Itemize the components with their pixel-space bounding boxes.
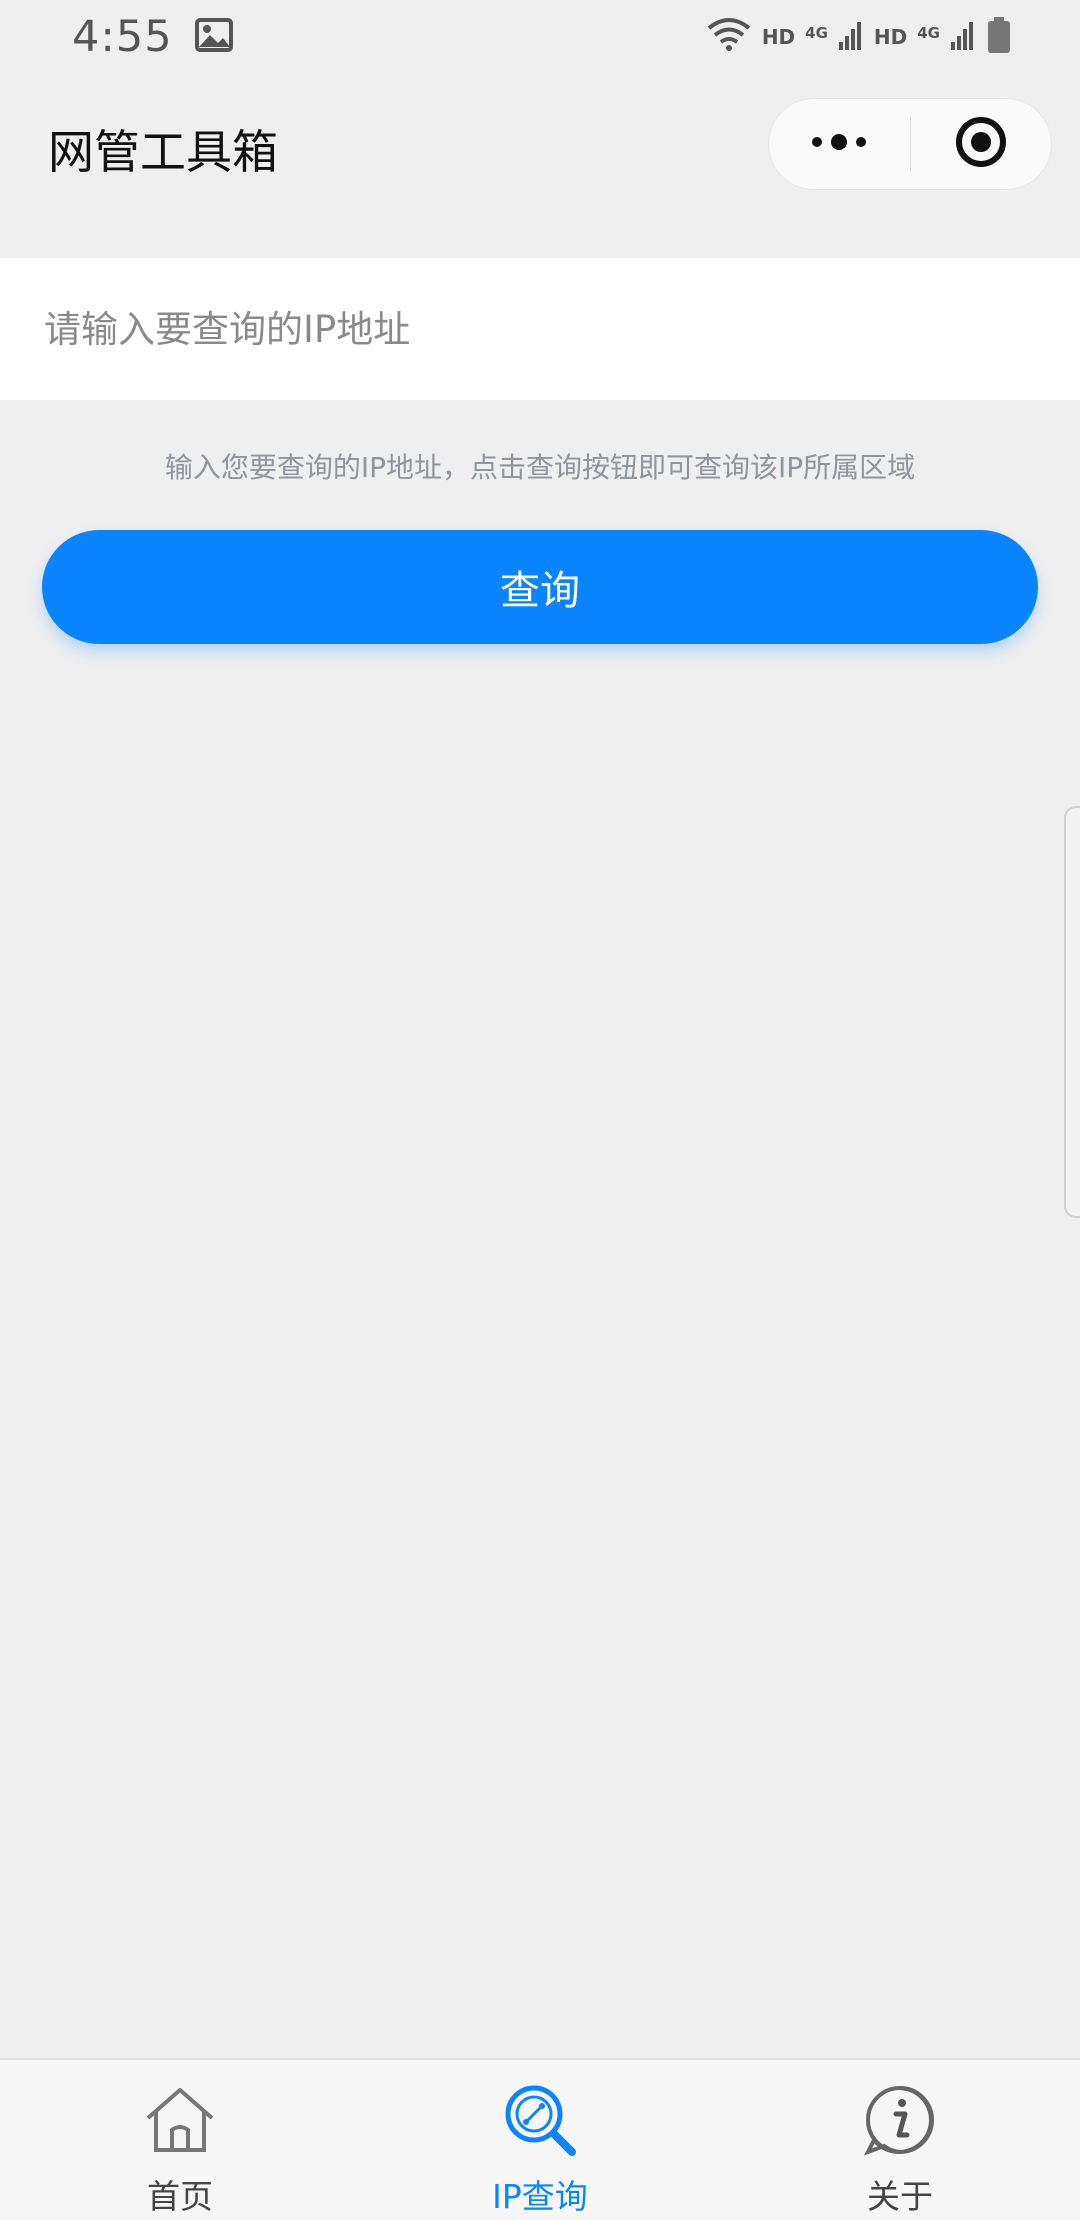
info-icon	[858, 2078, 942, 2162]
home-icon	[138, 2078, 222, 2162]
more-icon	[807, 132, 871, 156]
network-gen-2: 4G	[917, 23, 940, 42]
nav-bar: 网管工具箱	[0, 74, 1080, 220]
signal-icon	[950, 20, 976, 54]
battery-icon	[986, 16, 1012, 58]
ip-address-input[interactable]	[0, 258, 1080, 400]
more-button[interactable]	[769, 99, 910, 189]
target-icon	[953, 114, 1009, 174]
mini-program-capsule	[768, 98, 1052, 190]
image-icon	[194, 18, 233, 56]
query-button[interactable]: 查询	[42, 530, 1038, 644]
page-title: 网管工具箱	[48, 125, 278, 179]
hint-text: 输入您要查询的IP地址，点击查询按钮即可查询该IP所属区域	[164, 451, 916, 484]
clock: 4:55	[72, 12, 173, 62]
status-right: HD 4G HD 4G	[706, 16, 1012, 58]
ip-search-icon	[498, 2078, 582, 2162]
status-bar: 4:55 HD 4G HD 4G	[0, 0, 1080, 74]
network-label-2: HD	[873, 25, 908, 49]
ip-input-container	[0, 258, 1080, 400]
tab-home-label: 首页	[147, 2177, 213, 2216]
tab-about[interactable]: 关于	[720, 2060, 1080, 2220]
tab-bar: 首页 IP查询 关于	[0, 2058, 1080, 2220]
side-scroll-handle[interactable]	[1064, 806, 1080, 1218]
signal-icon	[838, 20, 864, 54]
network-label-1: HD	[761, 25, 796, 49]
tab-ip-query[interactable]: IP查询	[360, 2060, 720, 2220]
wifi-icon	[706, 17, 752, 57]
ip-query-page: 4:55 HD 4G HD 4G 网管工具箱 请输入要查询的IP地址 输入您要查…	[0, 0, 1080, 2220]
close-mini-program-button[interactable]	[911, 99, 1052, 189]
network-gen-1: 4G	[805, 23, 828, 42]
tab-about-label: 关于	[867, 2177, 933, 2216]
status-left: 4:55	[72, 12, 233, 62]
tab-ip-query-label: IP查询	[492, 2177, 588, 2216]
tab-home[interactable]: 首页	[0, 2060, 360, 2220]
